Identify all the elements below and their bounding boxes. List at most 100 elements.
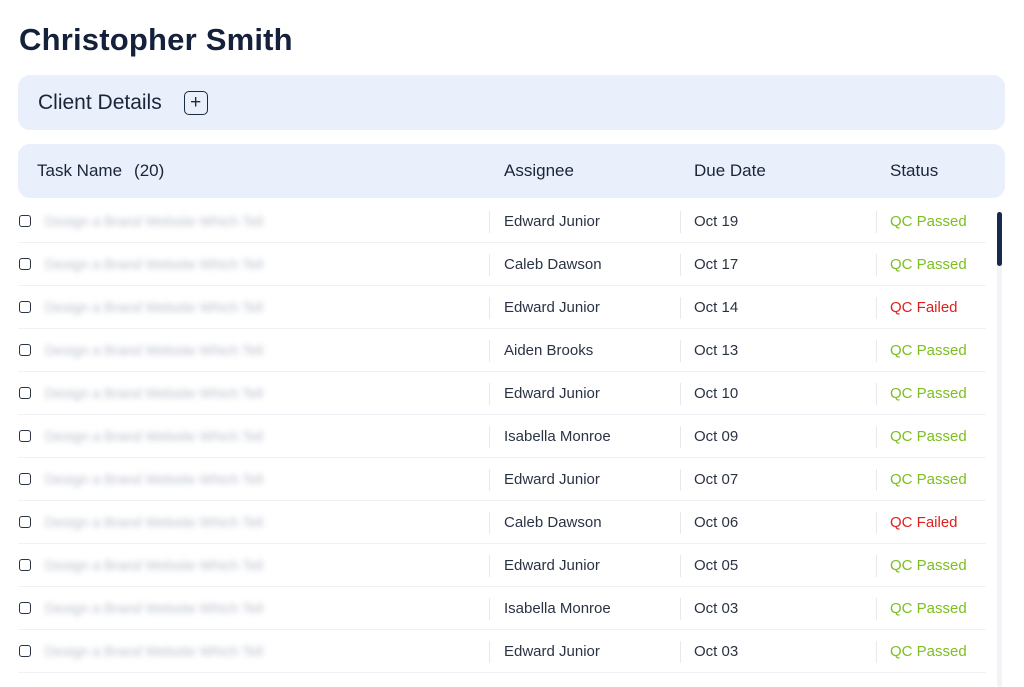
task-name[interactable]: Design a Brand Website Which Tell (45, 213, 295, 229)
row-checkbox[interactable] (19, 258, 31, 270)
column-divider (680, 598, 681, 620)
column-divider (489, 297, 490, 319)
column-divider (680, 512, 681, 534)
column-divider (489, 469, 490, 491)
client-details-label: Client Details (38, 90, 162, 114)
column-divider (680, 211, 681, 233)
header-due-date[interactable]: Due Date (694, 161, 766, 181)
due-date: Oct 03 (694, 643, 739, 660)
column-divider (680, 340, 681, 362)
status-badge: QC Failed (890, 299, 958, 316)
plus-square-icon[interactable]: + (183, 90, 208, 115)
task-name[interactable]: Design a Brand Website Which Tell (45, 514, 295, 530)
due-date: Oct 06 (694, 514, 739, 531)
table-row[interactable]: Design a Brand Website Which Tell Edward … (18, 630, 986, 673)
task-name[interactable]: Design a Brand Website Which Tell (45, 299, 295, 315)
due-date: Oct 03 (694, 600, 739, 617)
column-divider (680, 469, 681, 491)
column-divider (489, 426, 490, 448)
row-checkbox[interactable] (19, 215, 31, 227)
task-name[interactable]: Design a Brand Website Which Tell (45, 600, 295, 616)
row-checkbox[interactable] (19, 301, 31, 313)
column-divider (876, 512, 877, 534)
client-details-panel[interactable]: Client Details + (18, 75, 1005, 130)
task-name[interactable]: Design a Brand Website Which Tell (45, 342, 295, 358)
column-divider (876, 383, 877, 405)
assignee: Edward Junior (504, 643, 600, 660)
table-row[interactable]: Design a Brand Website Which Tell Edward … (18, 200, 986, 243)
assignee: Isabella Monroe (504, 428, 611, 445)
due-date: Oct 14 (694, 299, 739, 316)
assignee: Edward Junior (504, 385, 600, 402)
assignee: Edward Junior (504, 471, 600, 488)
header-task-name-label: Task Name (37, 161, 123, 180)
assignee: Aiden Brooks (504, 342, 594, 359)
due-date: Oct 17 (694, 256, 739, 273)
status-badge: QC Passed (890, 600, 967, 617)
status-badge: QC Failed (890, 514, 958, 531)
task-name[interactable]: Design a Brand Website Which Tell (45, 428, 295, 444)
column-divider (489, 641, 490, 663)
status-badge: QC Passed (890, 256, 967, 273)
assignee: Caleb Dawson (504, 514, 602, 531)
column-divider (876, 469, 877, 491)
header-assignee[interactable]: Assignee (504, 161, 574, 181)
status-badge: QC Passed (890, 643, 967, 660)
row-checkbox[interactable] (19, 516, 31, 528)
column-divider (876, 426, 877, 448)
table-row[interactable]: Design a Brand Website Which Tell Caleb D… (18, 243, 986, 286)
column-divider (489, 211, 490, 233)
scrollbar[interactable] (997, 212, 1002, 687)
row-checkbox[interactable] (19, 602, 31, 614)
task-name[interactable]: Design a Brand Website Which Tell (45, 385, 295, 401)
task-name[interactable]: Design a Brand Website Which Tell (45, 471, 295, 487)
column-divider (489, 555, 490, 577)
column-divider (680, 254, 681, 276)
column-divider (876, 211, 877, 233)
status-badge: QC Passed (890, 385, 967, 402)
header-task-name[interactable]: Task Name (20) (37, 161, 164, 181)
column-divider (876, 297, 877, 319)
column-divider (680, 297, 681, 319)
row-checkbox[interactable] (19, 387, 31, 399)
status-badge: QC Passed (890, 471, 967, 488)
column-divider (876, 254, 877, 276)
column-divider (680, 555, 681, 577)
status-badge: QC Passed (890, 213, 967, 230)
table-row[interactable]: Design a Brand Website Which Tell Edward … (18, 544, 986, 587)
task-name[interactable]: Design a Brand Website Which Tell (45, 557, 295, 573)
table-row[interactable]: Design a Brand Website Which Tell Isabell… (18, 415, 986, 458)
row-checkbox[interactable] (19, 344, 31, 356)
task-name[interactable]: Design a Brand Website Which Tell (45, 643, 295, 659)
column-divider (876, 598, 877, 620)
table-row[interactable]: Design a Brand Website Which Tell Aiden B… (18, 329, 986, 372)
due-date: Oct 13 (694, 342, 739, 359)
due-date: Oct 19 (694, 213, 739, 230)
table-row[interactable]: Design a Brand Website Which Tell Isabell… (18, 587, 986, 630)
task-count: (20) (134, 161, 165, 180)
due-date: Oct 07 (694, 471, 739, 488)
column-divider (680, 383, 681, 405)
row-checkbox[interactable] (19, 473, 31, 485)
column-divider (489, 512, 490, 534)
row-checkbox[interactable] (19, 559, 31, 571)
scrollbar-thumb[interactable] (997, 212, 1002, 266)
column-divider (876, 641, 877, 663)
row-checkbox[interactable] (19, 430, 31, 442)
column-divider (489, 383, 490, 405)
assignee: Isabella Monroe (504, 600, 611, 617)
table-row[interactable]: Design a Brand Website Which Tell Edward … (18, 372, 986, 415)
assignee: Edward Junior (504, 299, 600, 316)
row-checkbox[interactable] (19, 645, 31, 657)
column-divider (489, 598, 490, 620)
table-row[interactable]: Design a Brand Website Which Tell Caleb D… (18, 501, 986, 544)
column-divider (680, 426, 681, 448)
status-badge: QC Passed (890, 342, 967, 359)
status-badge: QC Passed (890, 428, 967, 445)
task-name[interactable]: Design a Brand Website Which Tell (45, 256, 295, 272)
header-status[interactable]: Status (890, 161, 938, 181)
assignee: Edward Junior (504, 557, 600, 574)
table-row[interactable]: Design a Brand Website Which Tell Edward … (18, 286, 986, 329)
assignee: Edward Junior (504, 213, 600, 230)
table-row[interactable]: Design a Brand Website Which Tell Edward … (18, 458, 986, 501)
